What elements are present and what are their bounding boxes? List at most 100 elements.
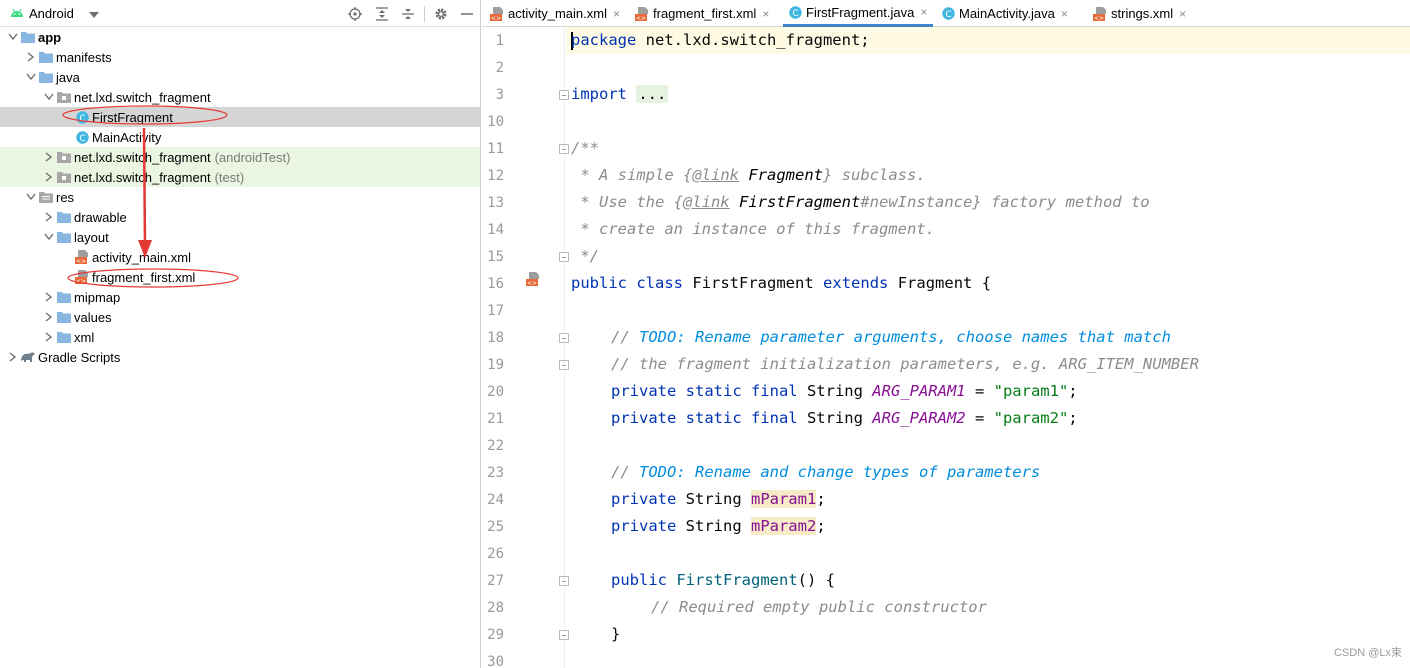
line-number: 12 xyxy=(487,168,504,184)
tree-item-label: java xyxy=(56,69,80,85)
class-icon: C xyxy=(74,109,90,125)
line-number: 13 xyxy=(487,195,504,211)
tree-item[interactable]: layout xyxy=(0,227,480,247)
tree-item-label: fragment_first.xml xyxy=(92,269,196,285)
line-number: 25 xyxy=(487,519,504,535)
line-number: 11 xyxy=(487,141,504,157)
related-layout-icon[interactable]: <> xyxy=(526,272,540,289)
folder-icon xyxy=(56,309,72,325)
class-icon: C xyxy=(789,5,802,19)
line-number: 19 xyxy=(487,357,504,373)
class-icon: C xyxy=(942,7,955,20)
editor-tab[interactable]: <> strings.xml × xyxy=(1087,0,1192,27)
chevron-down-icon[interactable] xyxy=(24,190,38,204)
folder-icon xyxy=(20,29,36,45)
editor-tab[interactable]: C FirstFragment.java × xyxy=(783,0,934,27)
line-number: 26 xyxy=(487,546,504,562)
chevron-down-icon[interactable] xyxy=(24,70,38,84)
package-icon xyxy=(56,89,72,105)
project-panel: Android app manifests java net.lxd.switch_f… xyxy=(0,0,481,668)
svg-text:<>: <> xyxy=(76,278,86,284)
tree-item[interactable]: <> fragment_first.xml xyxy=(0,267,480,287)
folder-icon xyxy=(38,49,54,65)
folder-icon xyxy=(38,69,54,85)
locate-icon[interactable] xyxy=(345,4,365,23)
code-line-20: private static final String ARG_PARAM1 =… xyxy=(611,382,1078,400)
close-icon[interactable]: × xyxy=(920,5,927,19)
tree-item[interactable]: net.lxd.switch_fragment (androidTest) xyxy=(0,147,480,167)
code-area[interactable]: package net.lxd.switch_fragment; import … xyxy=(566,27,1410,668)
chevron-right-icon[interactable] xyxy=(42,310,56,324)
tree-item[interactable]: manifests xyxy=(0,47,480,67)
line-number: 10 xyxy=(487,114,504,130)
editor-tab[interactable]: <> activity_main.xml × xyxy=(484,0,626,27)
hide-icon[interactable] xyxy=(457,4,477,23)
tree-item[interactable]: drawable xyxy=(0,207,480,227)
chevron-right-icon[interactable] xyxy=(42,170,56,184)
chevron-down-icon[interactable] xyxy=(42,90,56,104)
folded-imports[interactable]: ... xyxy=(636,85,669,103)
code-line-19: // the fragment initialization parameter… xyxy=(611,355,1199,373)
toolbar-separator xyxy=(424,6,425,22)
tree-item[interactable]: res xyxy=(0,187,480,207)
code-line-24: private String mParam1; xyxy=(611,490,826,508)
gear-icon[interactable] xyxy=(431,4,451,23)
svg-text:<>: <> xyxy=(1094,15,1104,21)
tree-item-label: values xyxy=(74,309,112,325)
chevron-right-icon[interactable] xyxy=(42,210,56,224)
editor-tab-label: activity_main.xml xyxy=(508,6,607,21)
chevron-down-icon[interactable] xyxy=(6,30,20,44)
tree-item-suffix: (androidTest) xyxy=(214,149,291,165)
editor-tab[interactable]: <> fragment_first.xml × xyxy=(629,0,775,27)
chevron-right-icon[interactable] xyxy=(24,50,38,64)
expand-all-icon[interactable] xyxy=(372,4,392,23)
close-icon[interactable]: × xyxy=(613,7,620,21)
line-number: 17 xyxy=(487,303,504,319)
xml-icon: <> xyxy=(1093,6,1107,21)
tree-item[interactable]: C MainActivity xyxy=(0,127,480,147)
editor-tab[interactable]: C MainActivity.java × xyxy=(936,0,1074,27)
close-icon[interactable]: × xyxy=(1179,7,1186,21)
tree-item[interactable]: java xyxy=(0,67,480,87)
chevron-right-icon[interactable] xyxy=(42,290,56,304)
tree-item-label: MainActivity xyxy=(92,129,162,145)
code-line-23: // TODO: Rename and change types of para… xyxy=(611,463,1041,481)
tree-item[interactable]: mipmap xyxy=(0,287,480,307)
svg-text:<>: <> xyxy=(636,15,646,21)
tree-item[interactable]: <> activity_main.xml xyxy=(0,247,480,267)
code-line-16: public class FirstFragment extends Fragm… xyxy=(571,274,992,292)
chevron-right-icon[interactable] xyxy=(42,330,56,344)
android-icon xyxy=(10,6,24,21)
chevron-down-icon[interactable] xyxy=(42,230,56,244)
close-icon[interactable]: × xyxy=(1061,7,1068,21)
code-line-21: private static final String ARG_PARAM2 =… xyxy=(611,409,1078,427)
chevron-right-icon[interactable] xyxy=(6,350,20,364)
line-number: 1 xyxy=(495,33,504,49)
code-line-3: import ... xyxy=(571,85,669,103)
tree-item[interactable]: values xyxy=(0,307,480,327)
collapse-all-icon[interactable] xyxy=(398,4,418,23)
folder-icon xyxy=(56,289,72,305)
tree-item[interactable]: Gradle Scripts xyxy=(0,347,480,367)
line-number: 29 xyxy=(487,627,504,643)
close-icon[interactable]: × xyxy=(762,7,769,21)
editor-tab-label: FirstFragment.java xyxy=(806,4,915,20)
folder-icon xyxy=(56,329,72,345)
chevron-right-icon[interactable] xyxy=(42,150,56,164)
editor-gutter: 1 2 3 10 11 12 13 14 15 16 17 18 19 20 21 22 23 24 25 26 27 2… xyxy=(482,27,569,668)
chevron-down-icon xyxy=(88,6,99,21)
tree-item-label: net.lxd.switch_fragment xyxy=(74,169,211,185)
tree-item[interactable]: xml xyxy=(0,327,480,347)
tree-item[interactable]: net.lxd.switch_fragment (test) xyxy=(0,167,480,187)
tree-item-label: mipmap xyxy=(74,289,121,305)
view-selector-dropdown[interactable]: Android xyxy=(10,4,99,23)
editor-tab-bar: <> activity_main.xml × <> fragment_first.xml… xyxy=(482,0,1410,27)
tree-item[interactable]: net.lxd.switch_fragment xyxy=(0,87,480,107)
line-number: 24 xyxy=(487,492,504,508)
tree-item[interactable]: app xyxy=(0,27,480,47)
editor-tab-label: MainActivity.java xyxy=(959,6,1055,21)
tree-item[interactable]: C FirstFragment xyxy=(0,107,480,127)
project-toolbar: Android xyxy=(0,0,480,27)
editor-tab-label: strings.xml xyxy=(1111,6,1174,21)
